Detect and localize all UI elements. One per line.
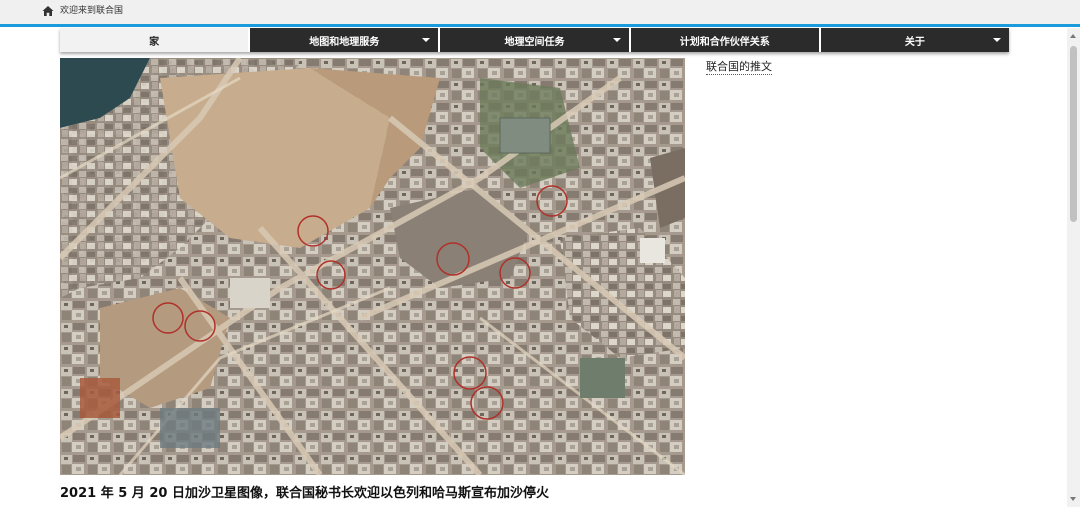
nav-item-maps-geoservices[interactable]: 地图和地理服务 bbox=[250, 28, 439, 52]
nav-item-home[interactable]: 家 bbox=[60, 28, 249, 52]
home-icon bbox=[42, 6, 54, 16]
home-link[interactable]: 欢迎来到联合国 bbox=[42, 5, 123, 17]
nav-item-about[interactable]: 关于 bbox=[820, 28, 1010, 52]
scrollbar-thumb[interactable] bbox=[1070, 46, 1077, 222]
caret-down-icon bbox=[993, 38, 1002, 42]
caret-down-icon bbox=[422, 38, 431, 42]
nav-item-geospatial-missions[interactable]: 地理空间任务 bbox=[440, 28, 629, 52]
caret-down-icon bbox=[612, 38, 621, 42]
image-caption: 2021 年 5 月 20 日加沙卫星图像，联合国秘书长欢迎以色列和哈马斯宣布加… bbox=[60, 486, 549, 501]
un-tweets-link[interactable]: 联合国的推文 bbox=[706, 58, 772, 75]
page-scrollbar[interactable] bbox=[1067, 28, 1080, 507]
nav-label: 地图和地理服务 bbox=[309, 36, 380, 48]
top-bar: 欢迎来到联合国 bbox=[0, 0, 1080, 27]
nav-label: 关于 bbox=[904, 36, 925, 48]
satellite-image[interactable] bbox=[60, 58, 685, 475]
welcome-text: 欢迎来到联合国 bbox=[60, 6, 124, 16]
scroll-down-arrow-icon[interactable] bbox=[1070, 497, 1076, 501]
nav-label: 家 bbox=[149, 36, 160, 48]
scroll-up-arrow-icon[interactable] bbox=[1070, 34, 1076, 38]
nav-item-programs-partnerships[interactable]: 计划和合作伙伴关系 bbox=[630, 28, 819, 52]
nav-label: 地理空间任务 bbox=[504, 36, 565, 48]
nav-label: 计划和合作伙伴关系 bbox=[679, 36, 770, 48]
main-nav: 家 地图和地理服务 地理空间任务 计划和合作伙伴关系 关于 bbox=[60, 28, 1010, 52]
